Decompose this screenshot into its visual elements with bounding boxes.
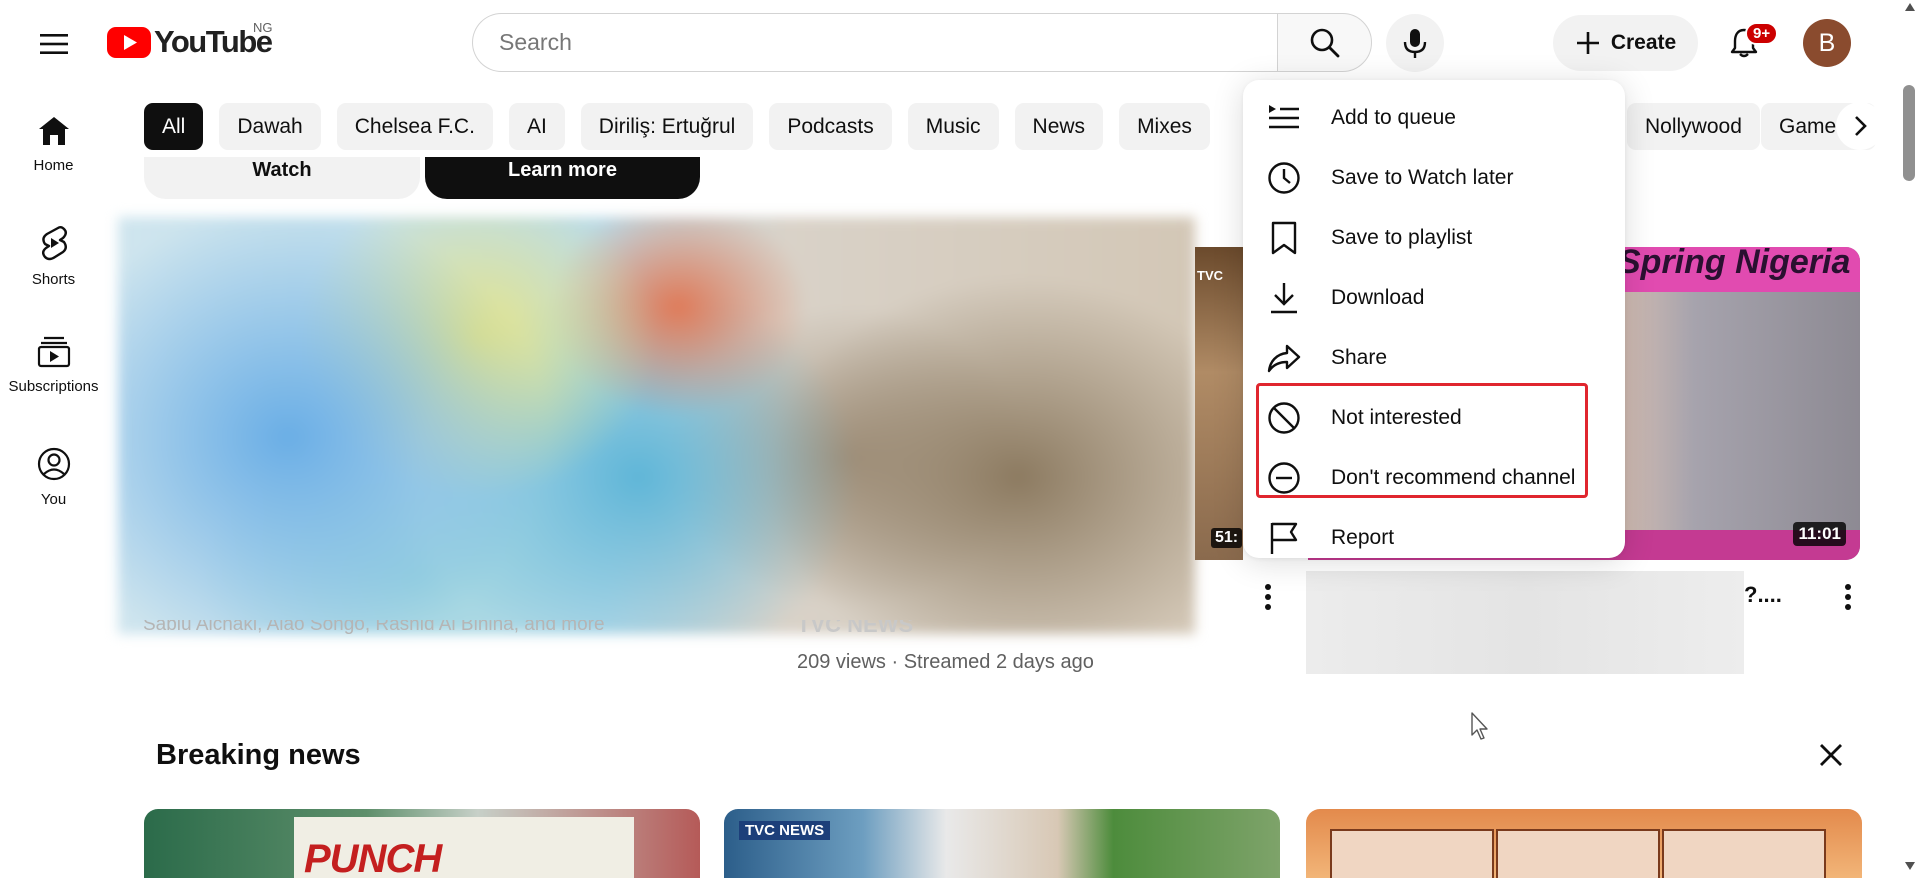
thumb-channel-tag: TVC xyxy=(1197,268,1223,283)
download-icon xyxy=(1271,283,1297,314)
flag-icon xyxy=(1270,522,1298,554)
share-icon xyxy=(1267,344,1301,373)
triangle-up-icon xyxy=(1905,3,1915,11)
video-meta: 209 views · Streamed 2 days ago xyxy=(797,651,1094,673)
mouse-cursor xyxy=(1470,711,1490,741)
news-thumbnail-1[interactable]: PUNCH xyxy=(144,809,700,878)
menu-item-download[interactable]: Download xyxy=(1243,268,1625,328)
thumb-panel xyxy=(1662,829,1826,878)
ad-partial-caption: Sabiu Alchaki, Alao Songo, Rashid Al Bin… xyxy=(143,620,605,634)
add-to-queue-icon xyxy=(1269,105,1299,129)
home-icon xyxy=(38,117,69,145)
clock-icon xyxy=(1268,162,1300,194)
chip-all[interactable]: All xyxy=(144,103,204,150)
menu-item-save-watch-later[interactable]: Save to Watch later xyxy=(1243,148,1625,208)
bookmark-icon xyxy=(1271,221,1297,255)
filter-chips: All Dawah Chelsea F.C. AI Diriliş: Ertuğ… xyxy=(144,103,1210,150)
menu-item-save-to-playlist[interactable]: Save to playlist xyxy=(1243,208,1625,268)
notifications-badge: 9+ xyxy=(1745,22,1779,45)
chevron-right-icon xyxy=(1855,116,1867,136)
more-vertical-icon xyxy=(1265,584,1271,610)
section-title: Breaking news xyxy=(156,739,361,771)
plus-icon xyxy=(1576,32,1599,54)
video-partial-title: TVC NEWS xyxy=(797,620,914,634)
cursor-icon xyxy=(1471,712,1488,740)
ad-learn-more-label: Learn more xyxy=(508,158,617,181)
triangle-down-icon xyxy=(1905,862,1915,870)
youtube-logo[interactable]: YouTube xyxy=(107,24,273,60)
chip-dawah[interactable]: Dawah xyxy=(219,103,321,150)
chips-next-button[interactable] xyxy=(1836,102,1884,150)
thumb-text: TVC NEWS xyxy=(739,821,831,840)
dismiss-section-button[interactable] xyxy=(1814,738,1848,772)
news-thumbnail-3[interactable] xyxy=(1306,809,1862,878)
video-thumbnail-middle[interactable]: TVC 51: xyxy=(1195,247,1243,560)
voice-search-button[interactable] xyxy=(1386,14,1444,72)
video-more-button[interactable] xyxy=(1254,582,1282,612)
ad-watch-button[interactable]: Watch xyxy=(144,157,420,199)
sidebar-item-label: Subscriptions xyxy=(8,378,99,395)
sidebar-item-label: Shorts xyxy=(31,271,76,288)
chip-music[interactable]: Music xyxy=(907,103,999,150)
ad-watch-label: Watch xyxy=(252,158,312,181)
thumb-banner-text: Spring Nigeria xyxy=(1618,247,1851,281)
sidebar-item-label: You xyxy=(40,491,67,508)
shorts-icon xyxy=(41,226,67,261)
highlight-box xyxy=(1256,383,1588,498)
ad-thumbnail-blurred[interactable] xyxy=(118,217,1195,634)
video-title-tail: ?.... xyxy=(1744,582,1782,607)
more-vertical-icon xyxy=(1845,584,1851,610)
menu-item-label: Save to Watch later xyxy=(1331,166,1514,189)
search-box xyxy=(472,13,1277,72)
sidebar-item-home[interactable]: Home xyxy=(0,115,107,174)
avatar[interactable]: B xyxy=(1803,19,1851,67)
menu-item-label: Share xyxy=(1331,346,1388,369)
close-icon xyxy=(1820,744,1842,766)
search-input[interactable] xyxy=(497,28,1241,57)
video-duration: 51: xyxy=(1211,528,1243,548)
video-title-placeholder xyxy=(1306,571,1744,674)
menu-item-label: Report xyxy=(1331,526,1395,549)
chip-news[interactable]: News xyxy=(1014,103,1104,150)
scroll-up-arrow[interactable] xyxy=(1905,3,1915,11)
subscriptions-icon xyxy=(37,336,70,368)
menu-item-report[interactable]: Report xyxy=(1243,508,1625,568)
chip-chelsea[interactable]: Chelsea F.C. xyxy=(336,103,493,150)
create-button[interactable]: Create xyxy=(1553,15,1698,71)
chip-podcasts[interactable]: Podcasts xyxy=(769,103,892,150)
sidebar-item-subscriptions[interactable]: Subscriptions xyxy=(0,336,107,395)
youtube-play-icon xyxy=(107,26,151,58)
chip-ai[interactable]: AI xyxy=(508,103,565,150)
menu-button[interactable] xyxy=(26,16,82,72)
thumb-panel xyxy=(1496,829,1660,878)
chip-dirilis-ertugrul[interactable]: Diriliş: Ertuğrul xyxy=(580,103,754,150)
sidebar-item-label: Home xyxy=(33,157,74,174)
menu-item-share[interactable]: Share xyxy=(1243,328,1625,388)
chip-mixes[interactable]: Mixes xyxy=(1119,103,1210,150)
country-code: NG xyxy=(253,20,273,35)
video-duration: 11:01 xyxy=(1793,522,1846,546)
scrollbar-thumb[interactable] xyxy=(1903,85,1915,181)
sidebar-item-you[interactable]: You xyxy=(0,447,107,508)
scroll-down-arrow[interactable] xyxy=(1905,862,1915,870)
microphone-icon xyxy=(1403,29,1427,58)
thumb-panel xyxy=(1330,829,1494,878)
video-more-button-right[interactable] xyxy=(1834,582,1862,612)
sidebar-item-shorts[interactable]: Shorts xyxy=(0,225,107,288)
menu-item-label: Save to playlist xyxy=(1331,226,1473,249)
menu-item-label: Download xyxy=(1331,286,1425,309)
create-label: Create xyxy=(1610,31,1677,54)
ad-learn-more-button[interactable]: Learn more xyxy=(425,157,700,199)
chip-nollywood[interactable]: Nollywood xyxy=(1627,103,1760,150)
news-thumbnail-2[interactable]: TVC NEWS xyxy=(724,809,1280,878)
menu-item-add-to-queue[interactable]: Add to queue xyxy=(1243,88,1625,148)
menu-item-label: Add to queue xyxy=(1331,106,1456,129)
you-icon xyxy=(37,447,70,481)
search-button[interactable] xyxy=(1277,13,1372,72)
hamburger-icon xyxy=(40,34,68,54)
search-icon xyxy=(1310,28,1339,57)
thumb-text: PUNCH xyxy=(304,837,442,878)
